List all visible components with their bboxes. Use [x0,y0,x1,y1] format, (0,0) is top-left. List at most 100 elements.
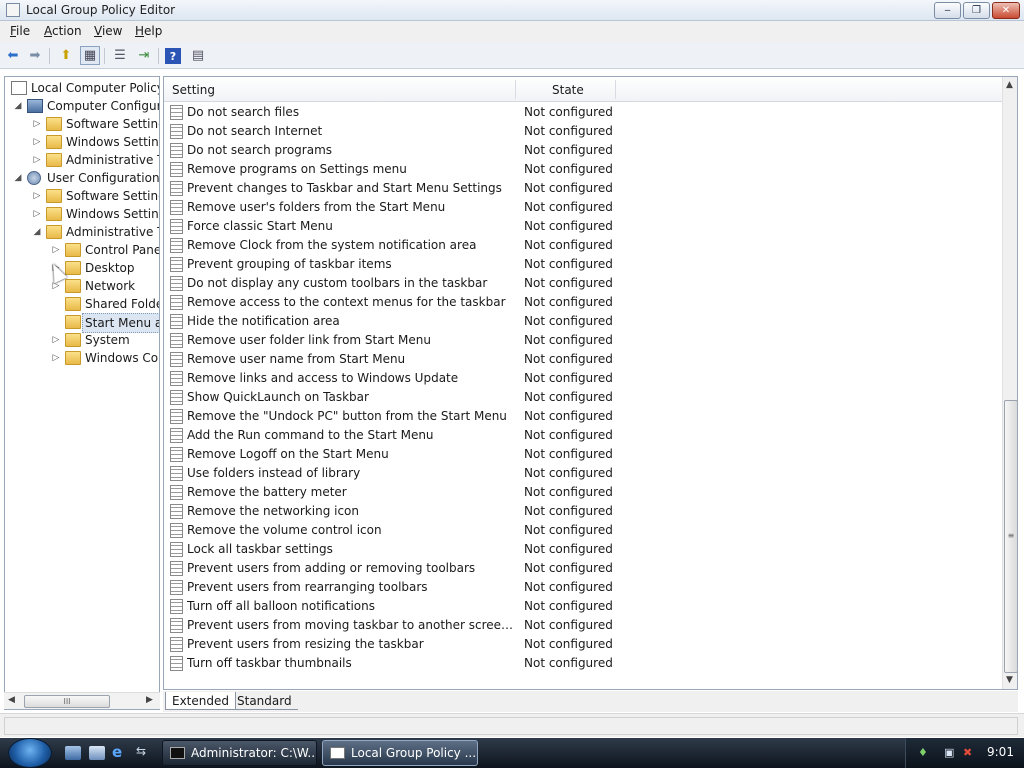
setting-row[interactable]: Lock all taskbar settings Not configured [164,540,1002,559]
column-setting[interactable]: Setting [172,83,215,97]
expander-icon[interactable]: ▷ [32,205,42,223]
tree-item[interactable]: ▷ Windows Setting [5,205,159,223]
folder-icon [65,279,81,293]
setting-row[interactable]: Remove user name from Start Menu Not conf… [164,350,1002,369]
setting-row[interactable]: Remove Logoff on the Start Menu Not confi… [164,445,1002,464]
expander-icon[interactable]: ◢ [13,169,23,187]
start-button[interactable] [8,738,52,768]
setting-row[interactable]: Turn off taskbar thumbnails Not configure… [164,654,1002,673]
internet-explorer-icon[interactable]: e [112,743,128,761]
expander-icon[interactable]: ▷ [51,349,61,367]
column-divider[interactable] [515,80,516,99]
tree-item[interactable]: ▷ Software Settings [5,187,159,205]
list-icon[interactable]: ☰ [110,46,130,65]
setting-row[interactable]: Remove access to the context menus for t… [164,293,1002,312]
console-tree[interactable]: Local Computer Policy ◢ Computer Configura… [4,76,160,710]
menu-file[interactable]: File [10,24,30,38]
setting-row[interactable]: Prevent changes to Taskbar and Start Men… [164,179,1002,198]
taskbar-item-command-prompt[interactable]: Administrator: C:\W... [162,740,317,766]
setting-row[interactable]: Remove user folder link from Start Menu N… [164,331,1002,350]
setting-row[interactable]: Remove links and access to Windows Updat… [164,369,1002,388]
setting-row[interactable]: Do not search programs Not configured [164,141,1002,160]
clock[interactable]: 9:01 [987,745,1014,759]
volume-muted-icon[interactable]: ✖ [963,746,977,760]
column-state[interactable]: State [552,83,584,97]
setting-row[interactable]: Add the Run command to the Start Menu Not… [164,426,1002,445]
expander-icon[interactable]: ◢ [13,97,23,115]
expander-icon[interactable]: ▷ [32,187,42,205]
setting-row[interactable]: Turn off all balloon notifications Not co… [164,597,1002,616]
scroll-up-icon[interactable]: ▲ [1006,80,1013,90]
expander-icon[interactable]: ▷ [32,133,42,151]
tab-standard[interactable]: Standard [231,692,298,710]
expander-icon[interactable]: ◢ [32,223,42,241]
setting-row[interactable]: Remove user's folders from the Start Men… [164,198,1002,217]
up-icon[interactable]: ⬆ [56,46,76,65]
setting-row[interactable]: Force classic Start Menu Not configured [164,217,1002,236]
tree-item[interactable]: ▷ Administrative Te [5,151,159,169]
setting-row[interactable]: Prevent grouping of taskbar items Not con… [164,255,1002,274]
menu-action[interactable]: Action [44,24,82,38]
show-desktop-icon[interactable] [65,746,81,760]
tree-item[interactable]: Local Computer Policy [5,79,159,97]
scroll-left-icon[interactable]: ◀ [8,695,15,705]
export-icon[interactable]: ⇥ [134,46,154,65]
explorer-icon[interactable] [89,746,105,760]
scroll-thumb[interactable]: ≡ [1004,400,1017,673]
setting-row[interactable]: Hide the notification area Not configured [164,312,1002,331]
setting-row[interactable]: Prevent users from resizing the taskbar N… [164,635,1002,654]
minimize-button[interactable]: ‒ [934,2,961,19]
setting-row[interactable]: Prevent users from rearranging toolbars N… [164,578,1002,597]
tree-item[interactable]: ▷ Desktop [5,259,159,277]
menu-view[interactable]: View [94,24,122,38]
tree-item[interactable]: ▷ Network [5,277,159,295]
back-icon[interactable]: ⬅ [3,46,23,65]
windows-defender-icon[interactable]: ♦ [918,746,932,760]
list-vertical-scrollbar[interactable]: ▲ ≡ ▼ [1002,77,1017,689]
tree-horizontal-scrollbar[interactable]: ◀ III ▶ [4,692,160,709]
tab-extended[interactable]: Extended [165,692,236,710]
setting-row[interactable]: Use folders instead of library Not config… [164,464,1002,483]
setting-row[interactable]: Do not search Internet Not configured [164,122,1002,141]
setting-row[interactable]: Remove the battery meter Not configured [164,483,1002,502]
folder-icon [65,333,81,347]
setting-row[interactable]: Remove the networking icon Not configured [164,502,1002,521]
tree-item[interactable]: ▷ Software Settings [5,115,159,133]
setting-row[interactable]: Remove the volume control icon Not config… [164,521,1002,540]
tree-item[interactable]: Shared Folder [5,295,159,313]
tree-item[interactable]: ◢ Administrative Te [5,223,159,241]
setting-row[interactable]: Do not search files Not configured [164,103,1002,122]
network-icon[interactable]: ▣ [944,746,958,760]
setting-row[interactable]: Show QuickLaunch on Taskbar Not configure… [164,388,1002,407]
expander-icon[interactable]: ▷ [32,115,42,133]
setting-row[interactable]: Remove the "Undock PC" button from the S… [164,407,1002,426]
tree-item[interactable]: ▷ Windows Setting [5,133,159,151]
scroll-thumb[interactable]: III [24,695,110,708]
setting-row[interactable]: Prevent users from moving taskbar to ano… [164,616,1002,635]
scroll-down-icon[interactable]: ▼ [1006,675,1013,685]
tree-item[interactable]: ▷ System [5,331,159,349]
expander-icon[interactable]: ▷ [51,241,61,259]
properties-icon[interactable]: ▤ [188,46,208,65]
setting-row[interactable]: Do not display any custom toolbars in th… [164,274,1002,293]
tree-item[interactable]: ▷ Control Panel [5,241,159,259]
maximize-button[interactable]: ❐ [963,2,990,19]
tree-item[interactable]: ◢ User Configuration [5,169,159,187]
setting-row[interactable]: Prevent users from adding or removing to… [164,559,1002,578]
setting-row[interactable]: Remove programs on Settings menu Not conf… [164,160,1002,179]
scroll-right-icon[interactable]: ▶ [146,695,153,705]
forward-icon[interactable]: ➡ [25,46,45,65]
expander-icon[interactable]: ▷ [32,151,42,169]
setting-row[interactable]: Remove Clock from the system notificatio… [164,236,1002,255]
expander-icon[interactable]: ▷ [51,331,61,349]
tree-item[interactable]: Start Menu ar [5,313,159,333]
close-button[interactable]: ✕ [992,2,1020,19]
tree-item[interactable]: ◢ Computer Configura [5,97,159,115]
menu-help[interactable]: Help [135,24,162,38]
tree-item[interactable]: ▷ Windows Cor [5,349,159,367]
help-icon[interactable]: ? [165,48,181,64]
taskbar-item-policy-editor[interactable]: Local Group Policy ... [322,740,478,766]
switch-windows-icon[interactable]: ⇆ [136,744,152,758]
column-divider[interactable] [615,80,616,99]
show-hide-tree-icon[interactable]: ▦ [80,46,100,65]
